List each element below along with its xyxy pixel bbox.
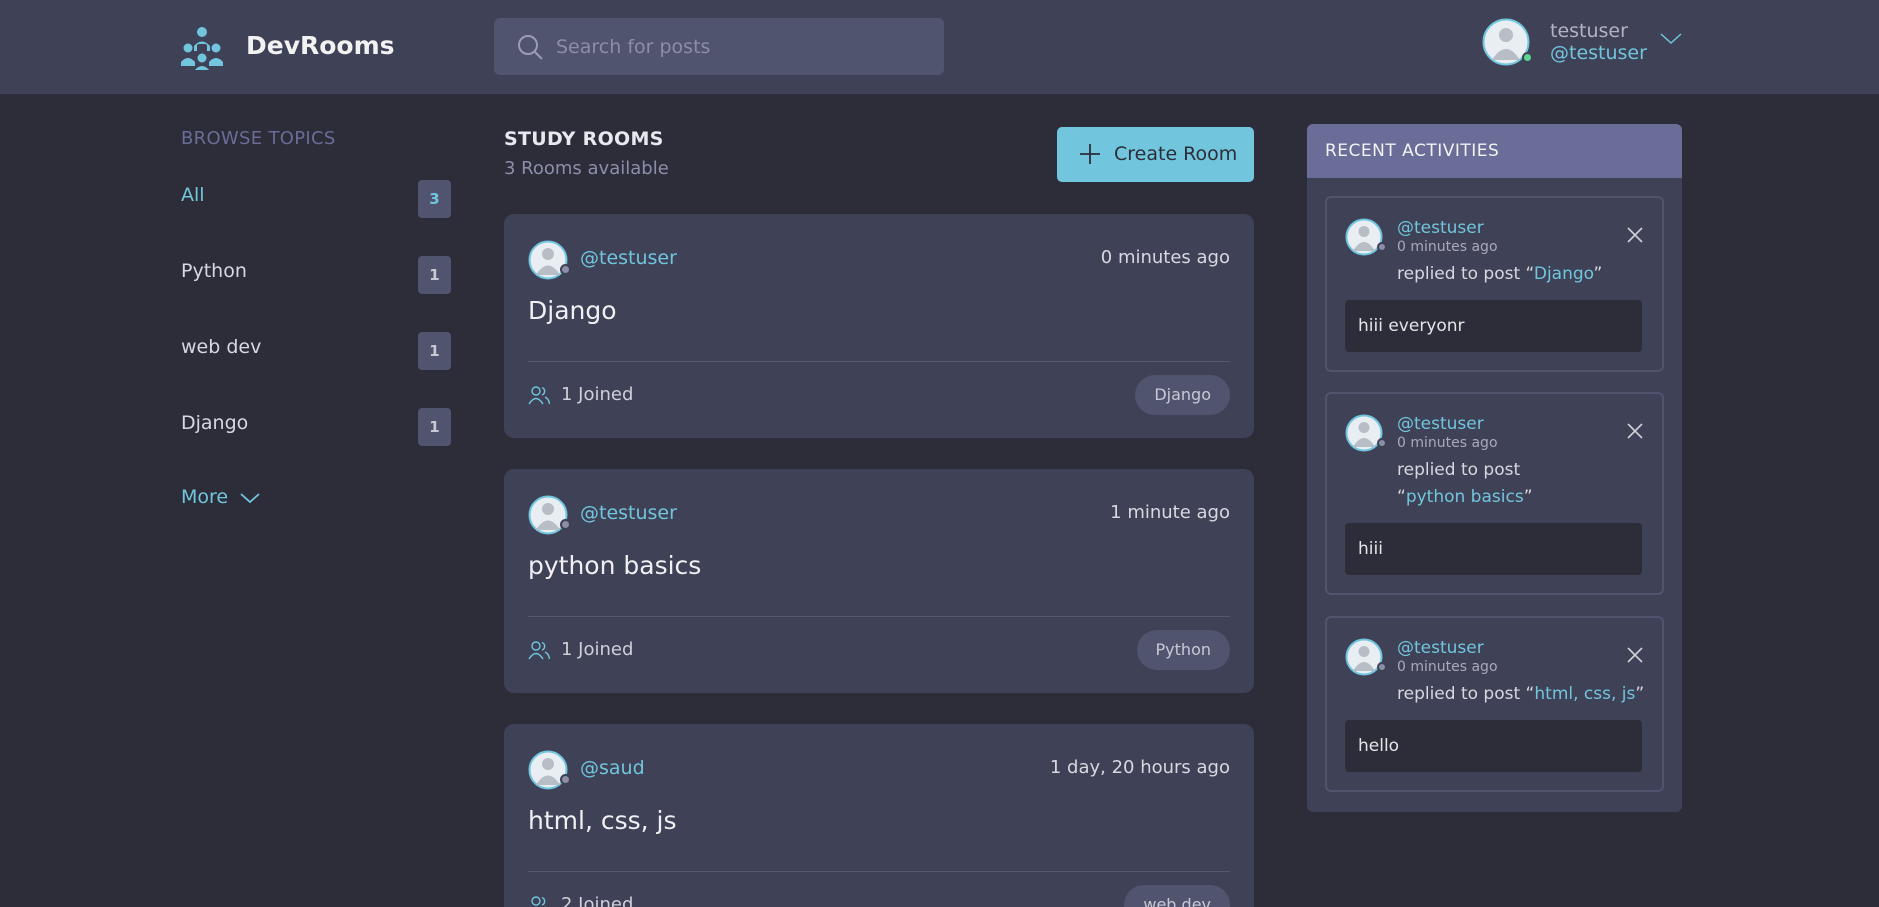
close-icon[interactable] [1626,646,1644,664]
room-topic-tag[interactable]: Python [1136,630,1230,670]
topic-count-badge: 1 [418,256,451,294]
activity-action: replied to post [1397,684,1521,704]
divider [528,871,1230,872]
activity-description: replied to post “python basics” [1397,460,1533,507]
activity-user-link[interactable]: @testuser [1397,218,1484,238]
online-status-indicator [1522,52,1533,63]
activity-item: @testuser 0 minutes ago replied to post … [1325,392,1664,595]
activity-timestamp: 0 minutes ago [1397,239,1498,255]
room-timestamp: 1 day, 20 hours ago [1049,757,1230,778]
search-input[interactable] [556,18,926,75]
activity-timestamp: 0 minutes ago [1397,435,1498,451]
room-topic-tag[interactable]: web dev [1124,885,1230,907]
room-timestamp: 0 minutes ago [1100,247,1230,268]
activity-user-link[interactable]: @testuser [1397,414,1484,434]
people-icon [531,896,547,907]
activity-message: hiii [1345,523,1642,575]
search-icon [518,35,543,60]
activity-description: replied to post “html, css, js” [1397,684,1645,704]
topic-item-web-dev[interactable]: web dev 1 [181,332,451,372]
room-host-link[interactable]: @testuser [580,502,677,524]
create-room-label: Create Room [1114,143,1238,165]
user-handle[interactable]: @testuser [1550,42,1647,64]
room-title-link[interactable]: Django [528,296,617,325]
app-brand[interactable]: DevRooms [246,31,395,60]
room-host-link[interactable]: @testuser [580,247,677,269]
divider [528,361,1230,362]
status-indicator [560,519,571,530]
room-card[interactable]: @testuser 1 minute ago python basics 1 J… [504,469,1254,693]
chevron-down-icon[interactable] [1658,28,1684,48]
topic-label: Django [181,412,249,434]
activity-post-link[interactable]: html, css, js [1534,684,1635,704]
search-bar[interactable] [494,18,944,75]
activity-item: @testuser 0 minutes ago replied to post … [1325,196,1664,372]
room-title-link[interactable]: python basics [528,551,701,580]
topic-count-badge: 3 [418,180,451,218]
activity-action: replied to post [1397,460,1521,480]
activity-action: replied to post [1397,264,1521,284]
activity-message: hiii everyonr [1345,300,1642,352]
topic-label: All [181,184,205,206]
more-topics-link[interactable]: More [181,486,228,508]
activity-panel-title: RECENT ACTIVITIES [1325,141,1500,161]
activity-item: @testuser 0 minutes ago replied to post … [1325,616,1664,792]
page-title: STUDY ROOMS [504,128,664,150]
topic-label: web dev [181,336,262,358]
activity-post-link[interactable]: Django [1534,264,1594,284]
top-header: DevRooms testuser @testuser [0,0,1879,94]
topic-label: Python [181,260,247,282]
status-indicator [1377,438,1387,448]
activity-timestamp: 0 minutes ago [1397,659,1498,675]
status-indicator [560,774,571,785]
topic-item-python[interactable]: Python 1 [181,256,451,296]
topic-count-badge: 1 [418,408,451,446]
divider [528,616,1230,617]
people-icon [528,386,550,405]
activity-message: hello [1345,720,1642,772]
room-joined-count: 2 Joined [561,894,634,907]
create-room-button[interactable]: Create Room [1057,127,1254,182]
activity-post-link[interactable]: python basics [1406,487,1524,507]
topic-item-all[interactable]: All 3 [181,180,451,220]
activity-panel-header: RECENT ACTIVITIES [1307,124,1682,178]
activity-description: replied to post “Django” [1397,264,1603,284]
room-topic-tag[interactable]: Django [1135,375,1230,415]
browse-topics-heading: BROWSE TOPICS [181,128,336,149]
chevron-down-icon[interactable] [238,489,262,507]
room-card[interactable]: @testuser 0 minutes ago Django 1 Joined … [504,214,1254,438]
room-timestamp: 1 minute ago [1110,502,1230,523]
recent-activities-panel: RECENT ACTIVITIES @testuser 0 minutes ag… [1307,124,1682,812]
status-indicator [1377,242,1387,252]
room-host-link[interactable]: @saud [580,757,645,779]
room-joined-count: 1 Joined [561,384,634,405]
people-icon [528,641,550,660]
people-group-icon[interactable] [179,24,225,70]
room-card[interactable]: @saud 1 day, 20 hours ago html, css, js … [504,724,1254,907]
topic-count-badge: 1 [418,332,451,370]
status-indicator [1377,662,1387,672]
status-indicator [560,264,571,275]
close-icon[interactable] [1626,226,1644,244]
topic-item-django[interactable]: Django 1 [181,408,451,448]
room-title-link[interactable]: html, css, js [528,806,677,835]
plus-icon [1080,144,1100,164]
rooms-count-subtitle: 3 Rooms available [504,158,669,179]
user-name[interactable]: testuser [1550,20,1628,42]
room-joined-count: 1 Joined [561,639,634,660]
close-icon[interactable] [1626,422,1644,440]
activity-user-link[interactable]: @testuser [1397,638,1484,658]
